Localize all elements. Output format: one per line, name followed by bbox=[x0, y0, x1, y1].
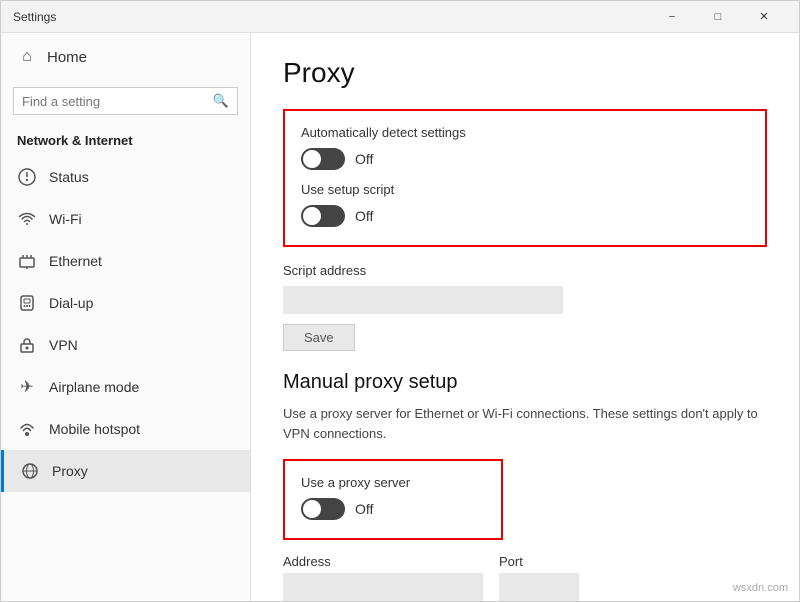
sidebar-item-hotspot[interactable]: Mobile hotspot bbox=[1, 408, 250, 450]
main-panel: Proxy Automatically detect settings Off … bbox=[251, 33, 799, 601]
page-title: Proxy bbox=[283, 57, 767, 89]
sidebar: ⌂ Home 🔍 Network & Internet Status bbox=[1, 33, 251, 601]
setup-script-toggle-text: Off bbox=[355, 208, 373, 224]
sidebar-label-wifi: Wi-Fi bbox=[49, 211, 82, 227]
home-icon: ⌂ bbox=[17, 47, 37, 67]
setup-script-toggle-row: Off bbox=[301, 205, 749, 227]
use-proxy-toggle-text: Off bbox=[355, 501, 373, 517]
script-address-input[interactable] bbox=[283, 286, 563, 314]
auto-proxy-section: Automatically detect settings Off Use se… bbox=[283, 109, 767, 247]
sidebar-item-status[interactable]: Status bbox=[1, 156, 250, 198]
manual-section-title: Manual proxy setup bbox=[283, 371, 767, 394]
sidebar-item-proxy[interactable]: Proxy bbox=[1, 450, 250, 492]
port-input[interactable] bbox=[499, 573, 579, 601]
sidebar-label-proxy: Proxy bbox=[52, 463, 88, 479]
address-port-row: Address Port bbox=[283, 554, 767, 601]
auto-detect-toggle-row: Off bbox=[301, 148, 749, 170]
sidebar-item-vpn[interactable]: VPN bbox=[1, 324, 250, 366]
setup-script-label: Use setup script bbox=[301, 182, 749, 197]
auto-detect-toggle-text: Off bbox=[355, 151, 373, 167]
titlebar-title: Settings bbox=[13, 10, 56, 24]
address-label: Address bbox=[283, 554, 483, 569]
auto-detect-toggle[interactable] bbox=[301, 148, 345, 170]
search-box: 🔍 bbox=[13, 87, 238, 115]
use-proxy-toggle[interactable] bbox=[301, 498, 345, 520]
sidebar-item-airplane[interactable]: ✈ Airplane mode bbox=[1, 366, 250, 408]
sidebar-item-ethernet[interactable]: Ethernet bbox=[1, 240, 250, 282]
use-proxy-label: Use a proxy server bbox=[301, 475, 485, 490]
sidebar-label-status: Status bbox=[49, 169, 89, 185]
sidebar-section-label: Network & Internet bbox=[1, 127, 250, 156]
setup-script-toggle[interactable] bbox=[301, 205, 345, 227]
sidebar-item-dialup[interactable]: Dial-up bbox=[1, 282, 250, 324]
sidebar-label-hotspot: Mobile hotspot bbox=[49, 421, 140, 437]
save-button[interactable]: Save bbox=[283, 324, 355, 351]
titlebar-buttons: − □ ✕ bbox=[649, 1, 787, 33]
use-proxy-toggle-row: Off bbox=[301, 498, 485, 520]
wifi-icon bbox=[17, 209, 37, 229]
dialup-icon bbox=[17, 293, 37, 313]
status-icon bbox=[17, 167, 37, 187]
sidebar-label-vpn: VPN bbox=[49, 337, 78, 353]
titlebar: Settings − □ ✕ bbox=[1, 1, 799, 33]
airplane-icon: ✈ bbox=[17, 377, 37, 397]
sidebar-label-airplane: Airplane mode bbox=[49, 379, 139, 395]
hotspot-icon bbox=[17, 419, 37, 439]
auto-detect-label: Automatically detect settings bbox=[301, 125, 749, 140]
port-field-group: Port bbox=[499, 554, 579, 601]
search-input[interactable] bbox=[22, 94, 207, 109]
search-icon: 🔍 bbox=[213, 93, 229, 109]
script-address-label: Script address bbox=[283, 263, 767, 278]
manual-description: Use a proxy server for Ethernet or Wi-Fi… bbox=[283, 404, 763, 443]
address-input[interactable] bbox=[283, 573, 483, 601]
port-label: Port bbox=[499, 554, 579, 569]
sidebar-home[interactable]: ⌂ Home bbox=[1, 33, 250, 81]
sidebar-label-ethernet: Ethernet bbox=[49, 253, 102, 269]
minimize-button[interactable]: − bbox=[649, 1, 695, 33]
settings-window: Settings − □ ✕ ⌂ Home 🔍 Network & Intern… bbox=[0, 0, 800, 602]
address-field-group: Address bbox=[283, 554, 483, 601]
sidebar-item-wifi[interactable]: Wi-Fi bbox=[1, 198, 250, 240]
home-label: Home bbox=[47, 49, 87, 66]
proxy-icon bbox=[20, 461, 40, 481]
close-button[interactable]: ✕ bbox=[741, 1, 787, 33]
vpn-icon bbox=[17, 335, 37, 355]
maximize-button[interactable]: □ bbox=[695, 1, 741, 33]
sidebar-label-dialup: Dial-up bbox=[49, 295, 93, 311]
use-proxy-section: Use a proxy server Off bbox=[283, 459, 503, 540]
ethernet-icon bbox=[17, 251, 37, 271]
content-area: ⌂ Home 🔍 Network & Internet Status bbox=[1, 33, 799, 601]
